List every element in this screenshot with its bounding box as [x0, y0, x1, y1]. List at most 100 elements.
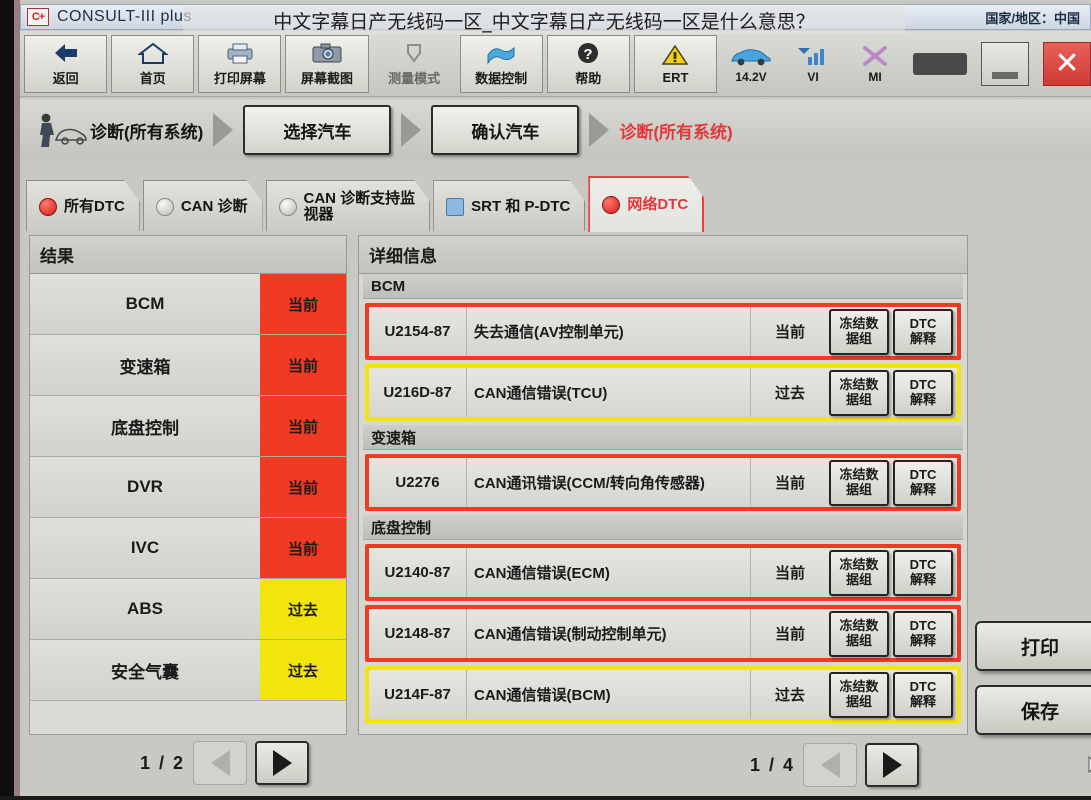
results-row[interactable]: DVR 当前 — [30, 457, 346, 518]
measure-mode-button-label: 测量模式 — [388, 71, 441, 86]
dtc-status: 当前 — [774, 565, 805, 582]
results-row[interactable]: IVC 当前 — [30, 518, 346, 579]
details-panel-title: 详细信息 — [359, 236, 967, 274]
results-row[interactable]: BCM 当前 — [30, 274, 346, 335]
dtc-group-header: BCM — [363, 274, 963, 299]
tab-all-dtc[interactable]: 所有DTC — [26, 180, 140, 232]
save-button[interactable]: 保存 — [975, 685, 1091, 735]
results-row-status: 当前 — [260, 457, 346, 517]
freeze-frame-data-button[interactable]: 冻结数 据组 — [829, 549, 889, 596]
screenshot-button-label: 屏幕截图 — [301, 71, 354, 86]
back-button[interactable]: 返回 — [24, 34, 108, 93]
dtc-row[interactable]: U214F-87 CAN通信错误(BCM) 过去 冻结数 据组 DTC 解释 — [365, 666, 961, 723]
dtc-row-buttons: 冻结数 据组 DTC 解释 — [829, 458, 957, 507]
camera-icon — [311, 40, 343, 66]
tab-can-support-monitor[interactable]: CAN 诊断支持监 视器 — [266, 180, 431, 232]
mi-label: MI — [868, 70, 882, 84]
print-button[interactable]: 打印 — [975, 621, 1091, 671]
app-title: CONSULT-III plus — [57, 8, 192, 25]
help-icon: ? — [575, 40, 601, 66]
tab-can-diagnosis[interactable]: CAN 诊断 — [143, 180, 263, 232]
freeze-frame-data-button[interactable]: 冻结数 据组 — [829, 671, 889, 718]
results-next-button[interactable] — [255, 741, 310, 785]
results-row-status: 过去 — [260, 579, 346, 639]
vi-label: VI — [807, 70, 819, 84]
results-row[interactable]: 安全气囊 过去 — [30, 640, 346, 701]
print-screen-button[interactable]: 打印屏幕 — [198, 34, 282, 93]
print-screen-button-label: 打印屏幕 — [213, 71, 266, 86]
vehicle-voltage-indicator: 14.2V — [727, 43, 775, 84]
freeze-frame-data-button[interactable]: 冻结数 据组 — [829, 369, 889, 416]
details-next-button[interactable] — [865, 743, 920, 787]
breadcrumb-arrow-icon — [401, 113, 422, 147]
dtc-explanation-button[interactable]: DTC 解释 — [893, 610, 953, 657]
freeze-frame-data-button[interactable]: 冻结数 据组 — [829, 610, 889, 657]
voltage-label: 14.2V — [735, 70, 767, 84]
tab-can-diagnosis-label: CAN 诊断 — [180, 197, 248, 215]
grey-led-icon — [279, 198, 297, 216]
dtc-code: U216D-87 — [369, 368, 467, 417]
dtc-explanation-button[interactable]: DTC 解释 — [893, 369, 953, 416]
results-row-status: 当前 — [260, 274, 346, 334]
home-icon — [137, 40, 168, 66]
results-row-system: 安全气囊 — [30, 640, 260, 700]
dtc-row-buttons: 冻结数 据组 DTC 解释 — [829, 548, 957, 597]
results-row[interactable]: 底盘控制 当前 — [30, 396, 346, 457]
dtc-row-buttons: 冻结数 据组 DTC 解释 — [829, 368, 957, 417]
data-control-icon — [484, 40, 518, 66]
measure-mode-button[interactable]: 测量模式 — [373, 35, 456, 93]
dtc-explanation-button[interactable]: DTC 解释 — [893, 549, 953, 596]
tab-srt-p-dtc[interactable]: SRT 和 P-DTC — [433, 180, 585, 232]
details-pagination: 1 / 4 — [750, 743, 920, 787]
home-button[interactable]: 首页 — [111, 34, 195, 93]
help-button[interactable]: ? 帮助 — [546, 34, 630, 93]
mechanic-car-icon — [28, 108, 90, 152]
minimize-icon — [992, 71, 1019, 79]
breadcrumb-step-confirm-vehicle[interactable]: 确认汽车 — [431, 105, 580, 155]
car-icon — [728, 43, 774, 69]
screenshot-button[interactable]: 屏幕截图 — [285, 34, 369, 93]
data-control-button-label: 数据控制 — [475, 71, 528, 86]
results-row-status: 过去 — [260, 640, 346, 700]
dtc-explanation-button[interactable]: DTC 解释 — [893, 459, 953, 506]
back-arrow-icon — [51, 40, 81, 66]
dtc-row[interactable]: U2154-87 失去通信(AV控制单元) 当前 冻结数 据组 DTC 解释 — [365, 303, 961, 360]
prev-arrow-icon — [820, 752, 840, 778]
dtc-explanation-button[interactable]: DTC 解释 — [893, 308, 953, 355]
consult-iii-plus-window: C+ CONSULT-III plus 国家/地区：中国 返回 首页 打印屏幕 — [0, 0, 1091, 800]
results-row[interactable]: 变速箱 当前 — [30, 335, 346, 396]
details-prev-button[interactable] — [803, 743, 858, 787]
close-button[interactable]: ✕ — [1043, 41, 1091, 86]
content-area: 结果 BCM 当前 变速箱 当前 底盘控制 当前 DVR 当前 IVC 当前 ABS 过去 安全气囊 过去… — [20, 231, 1091, 796]
dtc-group-header: 底盘控制 — [363, 515, 963, 540]
minimize-button[interactable] — [981, 41, 1030, 86]
results-row-status: 当前 — [260, 396, 346, 456]
vi-indicator: VI — [789, 43, 837, 84]
dtc-status: 过去 — [774, 687, 805, 704]
data-control-button[interactable]: 数据控制 — [459, 34, 543, 93]
results-row-system: 变速箱 — [30, 335, 260, 395]
tab-network-dtc[interactable]: 网络DTC — [588, 176, 704, 232]
prev-arrow-icon — [210, 750, 230, 776]
back-button-label: 返回 — [52, 71, 79, 86]
freeze-frame-data-button[interactable]: 冻结数 据组 — [829, 459, 889, 506]
ert-button-label: ERT — [662, 70, 689, 85]
tab-srt-p-dtc-label: SRT 和 P-DTC — [471, 197, 571, 215]
dtc-row[interactable]: U2148-87 CAN通信错误(制动控制单元) 当前 冻结数 据组 DTC 解释 — [365, 605, 961, 662]
ert-button[interactable]: ERT — [633, 34, 718, 93]
breadcrumb-step-select-vehicle[interactable]: 选择汽车 — [243, 105, 392, 155]
dtc-code: U2154-87 — [369, 307, 467, 356]
results-row-system: IVC — [30, 518, 260, 578]
results-prev-button[interactable] — [193, 741, 248, 785]
dtc-description: CAN通信错误(BCM) — [467, 670, 751, 719]
dtc-row[interactable]: U216D-87 CAN通信错误(TCU) 过去 冻结数 据组 DTC 解释 — [365, 364, 961, 421]
tab-network-dtc-label: 网络DTC — [627, 196, 689, 214]
results-row-status: 当前 — [260, 518, 346, 578]
dtc-row[interactable]: U2276 CAN通讯错误(CCM/转向角传感器) 当前 冻结数 据组 DTC 解释 — [365, 454, 961, 511]
dtc-row-buttons: 冻结数 据组 DTC 解释 — [829, 307, 957, 356]
results-row[interactable]: ABS 过去 — [30, 579, 346, 640]
freeze-frame-data-button[interactable]: 冻结数 据组 — [829, 308, 889, 355]
dtc-row[interactable]: U2140-87 CAN通信错误(ECM) 当前 冻结数 据组 DTC 解释 — [365, 544, 961, 601]
monitor-icon — [446, 198, 464, 216]
dtc-explanation-button[interactable]: DTC 解释 — [893, 671, 953, 718]
